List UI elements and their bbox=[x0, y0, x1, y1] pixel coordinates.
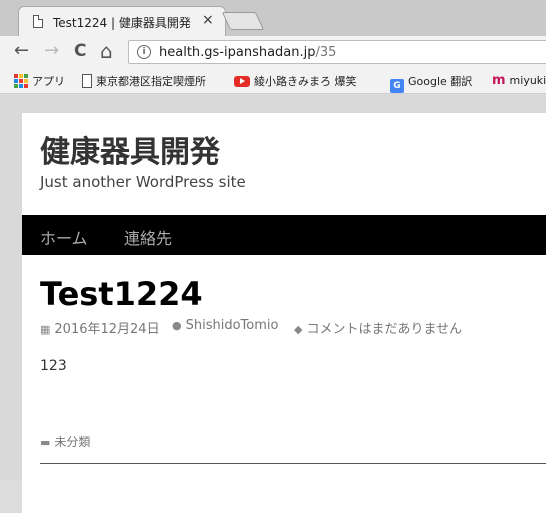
comment-icon: ◆ bbox=[294, 323, 303, 336]
reload-button[interactable]: C bbox=[74, 41, 86, 61]
post-category-text: 未分類 bbox=[54, 435, 91, 449]
bookmark-label: miyuki bbox=[509, 74, 546, 87]
bookmark-youtube[interactable]: 綾小路きみまろ 爆笑 bbox=[234, 73, 357, 89]
post-content: 123 bbox=[40, 358, 67, 374]
bookmark-label: Google 翻訳 bbox=[408, 75, 473, 88]
address-bar[interactable]: i health.gs-ipanshadan.jp/35 bbox=[128, 40, 546, 64]
home-button[interactable]: ⌂ bbox=[100, 41, 113, 61]
google-translate-icon: G bbox=[390, 79, 404, 93]
back-button[interactable]: ← bbox=[14, 41, 29, 61]
m-icon: m bbox=[492, 73, 506, 88]
bookmark-google-translate[interactable]: G Google 翻訳 bbox=[390, 73, 472, 93]
post-author-text: ShishidoTomio bbox=[185, 318, 279, 333]
forward-button[interactable]: → bbox=[44, 41, 59, 61]
page-icon bbox=[82, 74, 92, 88]
divider bbox=[40, 463, 546, 464]
browser-toolbar: ← → C ⌂ i health.gs-ipanshadan.jp/35 bbox=[0, 36, 546, 68]
info-icon[interactable]: i bbox=[137, 45, 151, 59]
url-host: health.gs-ipanshadan.jp bbox=[159, 45, 316, 60]
post-date[interactable]: ▦ 2016年12月24日 bbox=[40, 318, 160, 337]
browser-tab[interactable]: Test1224 | 健康器具開発 × bbox=[18, 6, 226, 36]
close-tab-button[interactable]: × bbox=[202, 12, 214, 28]
post-comments[interactable]: ◆ コメントはまだありません bbox=[294, 318, 462, 337]
site-navigation: ホーム 連絡先 bbox=[22, 215, 546, 255]
new-tab-button[interactable] bbox=[221, 12, 265, 30]
bookmark-miyuki[interactable]: m miyuki bbox=[492, 73, 546, 88]
nav-home[interactable]: ホーム bbox=[40, 225, 88, 249]
site-description: Just another WordPress site bbox=[40, 173, 246, 191]
post-comments-text: コメントはまだありません bbox=[306, 322, 463, 337]
tab-strip: Test1224 | 健康器具開発 × bbox=[0, 0, 546, 36]
url-path: /35 bbox=[315, 45, 337, 60]
bookmark-smoking-area[interactable]: 東京都港区指定喫煙所 bbox=[82, 73, 206, 89]
calendar-icon: ▦ bbox=[40, 323, 51, 336]
wordpress-page: 健康器具開発 Just another WordPress site ホーム 連… bbox=[22, 113, 546, 513]
bookmark-label: アプリ bbox=[32, 75, 65, 88]
bookmark-label: 東京都港区指定喫煙所 bbox=[96, 75, 206, 88]
url-text: health.gs-ipanshadan.jp/35 bbox=[159, 45, 336, 60]
bookmark-apps[interactable]: アプリ bbox=[14, 73, 65, 89]
post-category[interactable]: ▬ 未分類 bbox=[40, 433, 90, 450]
post-title[interactable]: Test1224 bbox=[40, 275, 203, 313]
page-viewport: 健康器具開発 Just another WordPress site ホーム 連… bbox=[0, 95, 546, 513]
nav-contact[interactable]: 連絡先 bbox=[124, 225, 172, 249]
tab-title: Test1224 | 健康器具開発 bbox=[53, 16, 191, 30]
youtube-icon bbox=[234, 76, 250, 87]
user-icon: ● bbox=[172, 319, 182, 332]
bookmark-label: 綾小路きみまろ 爆笑 bbox=[254, 75, 357, 88]
site-title[interactable]: 健康器具開発 bbox=[40, 127, 220, 171]
post-date-text: 2016年12月24日 bbox=[54, 322, 160, 337]
folder-icon: ▬ bbox=[40, 436, 51, 449]
post-author[interactable]: ● ShishidoTomio bbox=[172, 318, 278, 333]
apps-icon bbox=[14, 74, 28, 88]
bookmarks-bar: アプリ 東京都港区指定喫煙所 綾小路きみまろ 爆笑 G Google 翻訳 m mi… bbox=[0, 68, 546, 94]
document-icon bbox=[33, 15, 43, 28]
